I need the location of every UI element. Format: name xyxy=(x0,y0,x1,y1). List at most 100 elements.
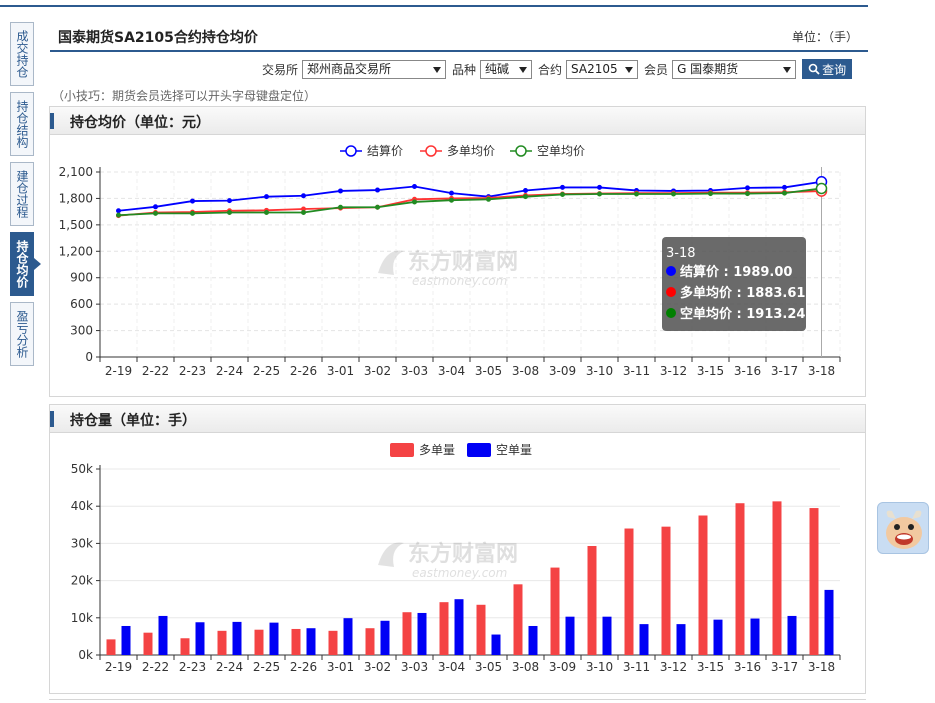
data-point xyxy=(449,197,454,203)
x-tick-label: 3-03 xyxy=(401,660,428,674)
bar xyxy=(824,589,834,655)
page-title: 国泰期货SA2105合约持仓均价 xyxy=(58,30,258,46)
query-label: 查询 xyxy=(822,62,847,77)
x-tick-label: 2-23 xyxy=(179,364,206,378)
y-tick-label: 900 xyxy=(70,271,93,285)
exchange-label: 交易所 xyxy=(262,62,299,77)
sidebar-item-label: 建仓过程 xyxy=(15,170,29,218)
chevron-down-icon xyxy=(433,66,442,73)
avg-price-panel-header: 持仓均价（单位：元） xyxy=(50,107,865,135)
sidebar-item-position-structure[interactable]: 持仓结构 xyxy=(10,92,34,156)
data-point xyxy=(745,191,750,197)
bar xyxy=(121,625,131,655)
x-tick-label: 3-08 xyxy=(512,364,539,378)
data-point xyxy=(116,212,121,218)
x-tick-label: 3-09 xyxy=(549,364,576,378)
bar xyxy=(402,612,412,655)
bar xyxy=(365,628,375,655)
bar xyxy=(565,616,575,655)
x-tick-label: 3-05 xyxy=(475,660,502,674)
chevron-down-icon xyxy=(519,66,528,73)
variety-value: 纯碱 xyxy=(485,61,510,76)
x-tick-label: 3-17 xyxy=(771,660,798,674)
bar xyxy=(439,602,449,655)
exchange-value: 郑州商品交易所 xyxy=(307,61,392,76)
bar xyxy=(476,604,486,655)
sidebar-item-build-process[interactable]: 建仓过程 xyxy=(10,162,34,226)
position-panel-header: 持仓量（单位：手） xyxy=(50,405,865,433)
x-tick-label: 3-16 xyxy=(734,660,761,674)
x-tick-label: 3-02 xyxy=(364,660,391,674)
data-point xyxy=(815,182,828,195)
variety-select[interactable]: 纯碱 xyxy=(480,59,533,79)
bar xyxy=(106,639,116,655)
x-tick-label: 3-01 xyxy=(327,660,354,674)
y-tick-label: 0 xyxy=(85,350,93,364)
bar xyxy=(380,620,390,655)
watermark: 东方财富网eastmoney.com xyxy=(378,541,518,580)
bar xyxy=(343,618,353,655)
legend-swatch xyxy=(467,443,491,457)
y-tick-label: 50k xyxy=(71,462,93,476)
y-tick-label: 300 xyxy=(70,324,93,338)
data-point xyxy=(597,184,602,190)
data-point xyxy=(153,210,158,216)
bar xyxy=(143,632,153,655)
bar xyxy=(698,515,708,655)
exchange-select[interactable]: 郑州商品交易所 xyxy=(302,59,447,79)
data-point xyxy=(560,191,565,197)
data-point xyxy=(412,184,417,190)
data-point xyxy=(190,198,195,204)
x-tick-label: 3-15 xyxy=(697,660,724,674)
sidebar-item-pnl-analysis[interactable]: 盈亏分析 xyxy=(10,302,34,366)
watermark-text: 东方财富网 xyxy=(408,541,518,567)
x-tick-label: 2-22 xyxy=(142,660,169,674)
bar xyxy=(772,501,782,655)
data-point xyxy=(412,199,417,205)
assistant-avatar[interactable] xyxy=(877,502,929,554)
data-point xyxy=(523,188,528,193)
legend-label: 多单均价 xyxy=(447,144,495,158)
data-point xyxy=(153,204,158,210)
data-point xyxy=(116,208,121,214)
legend-label: 空单均价 xyxy=(537,144,585,158)
data-point xyxy=(227,210,232,216)
position-panel-title: 持仓量（单位：手） xyxy=(70,413,196,429)
y-tick-label: 1,500 xyxy=(59,218,93,232)
bar xyxy=(180,638,190,655)
x-tick-label: 2-26 xyxy=(290,660,317,674)
x-tick-label: 2-26 xyxy=(290,364,317,378)
x-tick-label: 3-04 xyxy=(438,660,465,674)
bar xyxy=(787,615,797,655)
unit-label: 单位：（手） xyxy=(791,30,858,44)
y-tick-label: 2,100 xyxy=(59,165,93,179)
x-tick-label: 2-24 xyxy=(216,660,243,674)
legend-swatch xyxy=(390,443,414,457)
watermark-logo-icon xyxy=(378,250,404,275)
tip-text: （小技巧：期货会员选择可以开头字母键盘定位） xyxy=(52,89,317,103)
sidebar-item-label: 盈亏分析 xyxy=(15,310,29,358)
avg-price-panel: 持仓均价（单位：元） 结算价 多单均价 空单均价 0 300 600 900 1,200 1,5… xyxy=(49,106,866,397)
member-select[interactable]: G 国泰期货 xyxy=(672,59,797,79)
bar xyxy=(550,567,560,655)
sidebar-item-avg-price[interactable]: 持仓均价 xyxy=(10,232,41,296)
bar xyxy=(491,634,501,655)
data-point xyxy=(264,210,269,216)
x-tick-label: 3-11 xyxy=(623,660,650,674)
sidebar-item-volume-position[interactable]: 成交持仓 xyxy=(10,22,34,86)
tooltip-row: 结算价 : 1989.00 xyxy=(680,264,792,280)
position-panel: 持仓量（单位：手） 多单量 空单量 0k 10k 20k 30k 40k 50k 2-19 2-2… xyxy=(49,404,866,694)
avg-price-panel-title: 持仓均价（单位：元） xyxy=(70,115,210,131)
data-point xyxy=(301,210,306,216)
y-tick-label: 1,200 xyxy=(59,244,93,258)
query-button[interactable]: 查询 xyxy=(802,59,853,79)
x-tick-label: 3-08 xyxy=(512,660,539,674)
chevron-down-icon xyxy=(783,66,792,73)
legend-item: 结算价 xyxy=(340,143,403,158)
bar xyxy=(809,508,819,655)
bar xyxy=(587,546,597,655)
contract-select[interactable]: SA2105 xyxy=(566,59,639,79)
position-chart: 多单量 空单量 0k 10k 20k 30k 40k 50k 2-19 2-22 2-23 2-24 2… xyxy=(71,443,841,674)
y-tick-label: 40k xyxy=(71,499,93,513)
bar xyxy=(232,621,242,655)
